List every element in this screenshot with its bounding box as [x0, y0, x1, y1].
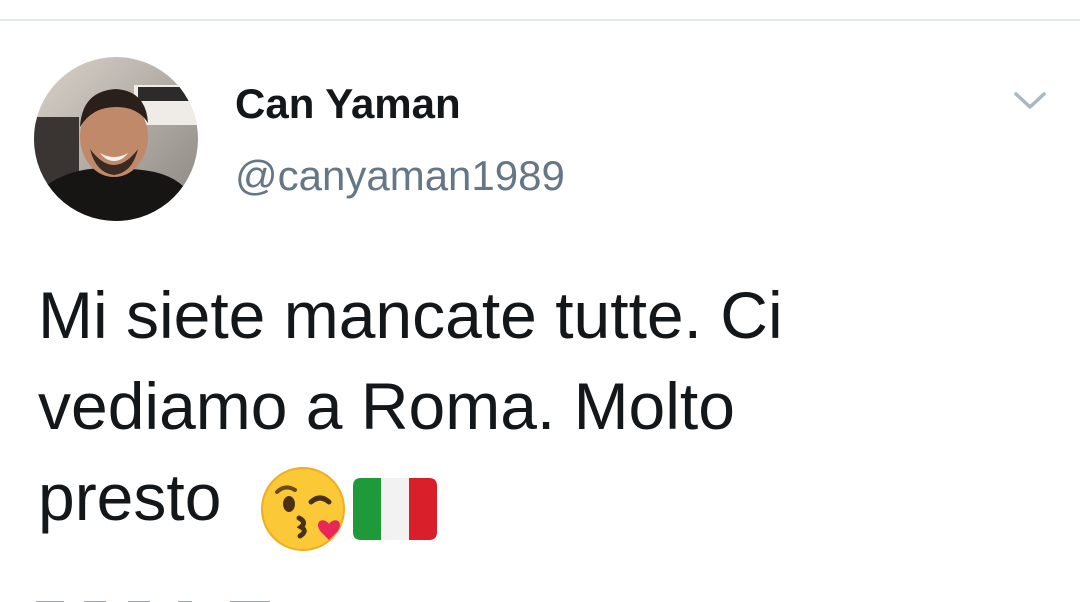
- tweet-text-line: Mi siete mancate tutte. Ci: [38, 278, 783, 352]
- author-display-name[interactable]: Can Yaman: [235, 78, 461, 130]
- tweet-text-line: vediamo a Roma. Molto: [38, 369, 735, 443]
- face-throwing-kiss-icon: [261, 467, 346, 551]
- tweet-text: Mi siete mancate tutte. Ci vediamo a Rom…: [38, 270, 1048, 557]
- tweet-card: Can Yaman @canyaman1989 Mi siete mancate…: [0, 0, 1080, 602]
- italy-flag-icon: [353, 478, 438, 540]
- tweet-text-line-with-emoji: presto: [38, 452, 1048, 557]
- avatar[interactable]: [34, 57, 198, 221]
- chevron-down-icon: [1014, 92, 1046, 109]
- emoji-group: [259, 466, 439, 557]
- more-options-button[interactable]: [1008, 86, 1052, 116]
- tweet-text-line: presto: [38, 460, 222, 534]
- author-handle[interactable]: @canyaman1989: [235, 150, 565, 202]
- top-divider: [0, 19, 1080, 21]
- avatar-photo: [34, 57, 198, 221]
- tweet-footer-cutoff: [36, 594, 416, 602]
